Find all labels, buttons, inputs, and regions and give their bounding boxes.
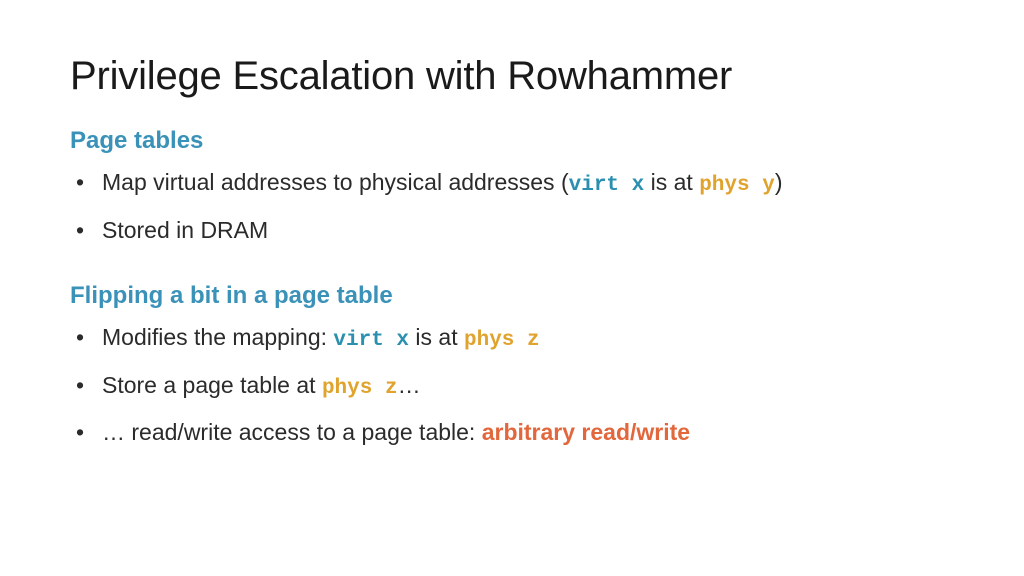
section-page-tables: Page tables Map virtual addresses to phy… [70,127,954,248]
text-fragment: ) [775,169,783,195]
list-item: … read/write access to a page table: arb… [70,415,954,451]
list-item: Map virtual addresses to physical addres… [70,165,954,203]
bullet-list: Map virtual addresses to physical addres… [70,165,954,248]
bullet-list: Modifies the mapping: virt x is at phys … [70,320,954,451]
slide-title: Privilege Escalation with Rowhammer [70,54,954,99]
section-flipping-bit: Flipping a bit in a page table Modifies … [70,282,954,451]
text-fragment: … [398,372,421,398]
code-phys-z: phys z [464,329,540,352]
list-item: Store a page table at phys z… [70,368,954,406]
section-heading: Flipping a bit in a page table [70,282,954,310]
list-item: Stored in DRAM [70,213,954,249]
text-fragment: Map virtual addresses to physical addres… [102,169,569,195]
text-fragment: … read/write access to a page table: [102,419,482,445]
list-item: Modifies the mapping: virt x is at phys … [70,320,954,358]
code-virt-x: virt x [569,174,645,197]
section-heading: Page tables [70,127,954,155]
code-phys-y: phys y [699,174,775,197]
code-phys-z: phys z [322,377,398,400]
code-virt-x: virt x [333,329,409,352]
text-fragment: Store a page table at [102,372,322,398]
emphasized-text: arbitrary read/write [482,419,690,445]
text-fragment: is at [409,324,464,350]
text-fragment: is at [644,169,699,195]
text-fragment: Modifies the mapping: [102,324,333,350]
